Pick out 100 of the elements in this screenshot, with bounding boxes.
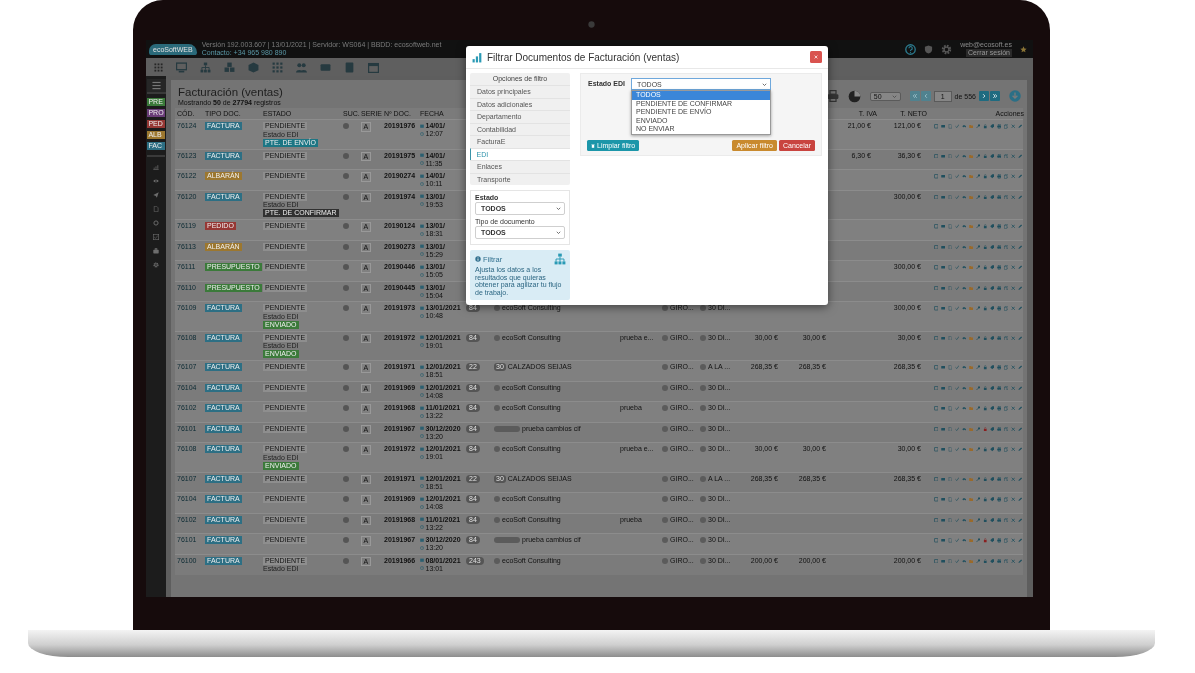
check-icon[interactable] bbox=[954, 447, 959, 452]
x-icon[interactable] bbox=[1010, 174, 1015, 179]
next-page-button[interactable] bbox=[979, 91, 989, 101]
copy-icon[interactable] bbox=[1003, 476, 1008, 481]
document-icon[interactable] bbox=[947, 426, 952, 431]
tag-icon[interactable] bbox=[989, 365, 994, 370]
copy-icon[interactable] bbox=[1003, 426, 1008, 431]
document-icon[interactable] bbox=[947, 385, 952, 390]
lock-icon[interactable] bbox=[982, 406, 987, 411]
lock-icon[interactable] bbox=[982, 285, 987, 290]
copy-icon[interactable] bbox=[1003, 224, 1008, 229]
folder-icon[interactable] bbox=[968, 406, 973, 411]
reply-icon[interactable] bbox=[961, 558, 966, 563]
x-icon[interactable] bbox=[1010, 285, 1015, 290]
folder-icon[interactable] bbox=[968, 497, 973, 502]
tag-icon[interactable] bbox=[989, 406, 994, 411]
reply-icon[interactable] bbox=[961, 447, 966, 452]
copy-icon[interactable] bbox=[1003, 244, 1008, 249]
pencil-icon[interactable] bbox=[1017, 476, 1022, 481]
folder-icon[interactable] bbox=[968, 335, 973, 340]
document-icon[interactable] bbox=[947, 447, 952, 452]
document-icon[interactable] bbox=[947, 335, 952, 340]
check-icon[interactable] bbox=[954, 224, 959, 229]
lock-icon[interactable] bbox=[982, 194, 987, 199]
copy-icon[interactable] bbox=[1003, 517, 1008, 522]
wrench-icon[interactable] bbox=[975, 447, 980, 452]
folder-icon[interactable] bbox=[968, 385, 973, 390]
lock-icon[interactable] bbox=[982, 517, 987, 522]
circle-icon[interactable] bbox=[153, 220, 159, 226]
card-icon[interactable] bbox=[940, 497, 945, 502]
lock-icon[interactable] bbox=[982, 538, 987, 543]
folder-icon[interactable] bbox=[968, 426, 973, 431]
card-icon[interactable] bbox=[940, 153, 945, 158]
sitemap-icon[interactable] bbox=[200, 61, 211, 73]
pie-chart-icon[interactable] bbox=[847, 89, 861, 103]
wrench-icon[interactable] bbox=[975, 406, 980, 411]
copy-icon[interactable] bbox=[1003, 335, 1008, 340]
check-icon[interactable] bbox=[954, 124, 959, 129]
card-icon[interactable] bbox=[940, 385, 945, 390]
card-icon[interactable] bbox=[940, 265, 945, 270]
lock-icon[interactable] bbox=[982, 124, 987, 129]
x-icon[interactable] bbox=[1010, 476, 1015, 481]
tag-icon[interactable] bbox=[989, 124, 994, 129]
settings-icon[interactable] bbox=[153, 262, 159, 268]
check-icon[interactable] bbox=[954, 194, 959, 199]
document-icon[interactable] bbox=[947, 306, 952, 311]
pencil-icon[interactable] bbox=[1017, 558, 1022, 563]
apps-grid-icon[interactable] bbox=[154, 62, 163, 72]
lock-icon[interactable] bbox=[982, 335, 987, 340]
lock-icon[interactable] bbox=[982, 497, 987, 502]
x-icon[interactable] bbox=[1010, 124, 1015, 129]
send-icon[interactable] bbox=[153, 192, 159, 198]
folder-icon[interactable] bbox=[968, 517, 973, 522]
reply-icon[interactable] bbox=[961, 517, 966, 522]
x-icon[interactable] bbox=[1010, 265, 1015, 270]
document-icon[interactable] bbox=[947, 174, 952, 179]
copy-icon[interactable] bbox=[1003, 406, 1008, 411]
lock-icon[interactable] bbox=[982, 426, 987, 431]
document-icon[interactable] bbox=[947, 517, 952, 522]
check-icon[interactable] bbox=[954, 174, 959, 179]
menu-icon[interactable] bbox=[146, 79, 166, 94]
card-icon[interactable] bbox=[940, 476, 945, 481]
tag-icon[interactable] bbox=[989, 385, 994, 390]
eye-icon[interactable] bbox=[153, 178, 159, 184]
document-icon[interactable] bbox=[947, 124, 952, 129]
check-icon[interactable] bbox=[954, 306, 959, 311]
wrench-icon[interactable] bbox=[975, 306, 980, 311]
reply-icon[interactable] bbox=[961, 406, 966, 411]
card-icon[interactable] bbox=[940, 124, 945, 129]
folder-icon[interactable] bbox=[968, 194, 973, 199]
folder-icon[interactable] bbox=[968, 265, 973, 270]
card-icon[interactable] bbox=[940, 285, 945, 290]
pencil-icon[interactable] bbox=[1017, 497, 1022, 502]
wrench-icon[interactable] bbox=[975, 365, 980, 370]
calendar-icon[interactable] bbox=[368, 61, 379, 73]
wrench-icon[interactable] bbox=[975, 194, 980, 199]
document-icon[interactable] bbox=[947, 244, 952, 249]
wrench-icon[interactable] bbox=[975, 174, 980, 179]
tag-icon[interactable] bbox=[989, 306, 994, 311]
document-icon[interactable] bbox=[947, 194, 952, 199]
reply-icon[interactable] bbox=[961, 335, 966, 340]
previous-page-button[interactable] bbox=[920, 91, 931, 101]
reply-icon[interactable] bbox=[961, 385, 966, 390]
pencil-icon[interactable] bbox=[1017, 517, 1022, 522]
reply-icon[interactable] bbox=[961, 497, 966, 502]
wrench-icon[interactable] bbox=[975, 497, 980, 502]
tag-icon[interactable] bbox=[989, 335, 994, 340]
tag-icon[interactable] bbox=[989, 153, 994, 158]
check-icon[interactable] bbox=[954, 538, 959, 543]
check-icon[interactable] bbox=[954, 497, 959, 502]
shield-icon[interactable] bbox=[924, 44, 934, 54]
lock-icon[interactable] bbox=[982, 265, 987, 270]
folder-icon[interactable] bbox=[968, 538, 973, 543]
x-icon[interactable] bbox=[1010, 306, 1015, 311]
card-icon[interactable] bbox=[940, 306, 945, 311]
pencil-icon[interactable] bbox=[1017, 244, 1022, 249]
tag-icon[interactable] bbox=[989, 194, 994, 199]
copy-icon[interactable] bbox=[1003, 365, 1008, 370]
wrench-icon[interactable] bbox=[975, 285, 980, 290]
folder-icon[interactable] bbox=[968, 224, 973, 229]
